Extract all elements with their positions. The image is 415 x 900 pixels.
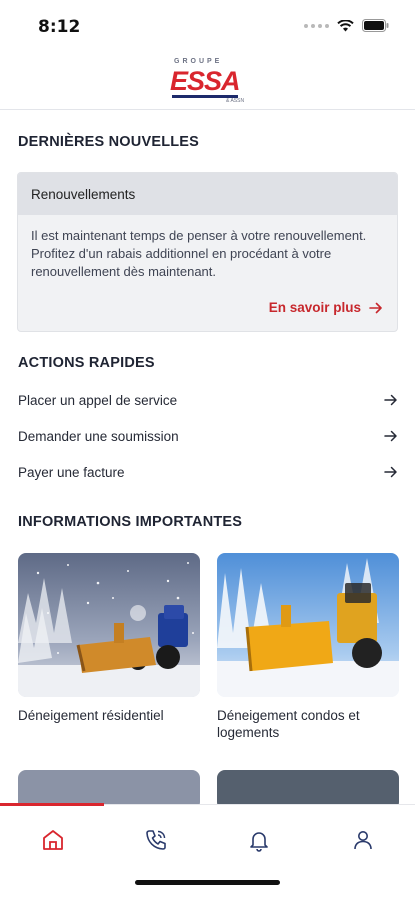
battery-icon <box>362 19 389 32</box>
nav-profile[interactable] <box>350 827 376 853</box>
home-indicator[interactable] <box>135 880 280 885</box>
active-tab-indicator <box>0 803 104 806</box>
snow-blower-condos-image <box>217 553 399 697</box>
info-card-label: Déneigement condos et logements <box>217 708 360 740</box>
status-icons <box>304 19 389 32</box>
info-card-residential[interactable]: Déneigement résidentiel <box>18 553 200 724</box>
home-icon <box>43 830 63 850</box>
learn-more-label: En savoir plus <box>268 300 361 315</box>
info-card-condos[interactable]: Déneigement condos et logements <box>217 553 399 741</box>
action-label: Placer un appel de service <box>18 392 178 408</box>
nav-notifications[interactable] <box>246 827 272 853</box>
wifi-icon <box>337 19 354 31</box>
learn-more-link[interactable]: En savoir plus <box>269 300 383 315</box>
bell-icon <box>250 832 268 852</box>
nav-home[interactable] <box>40 827 66 853</box>
logo-name: ESSA <box>170 66 241 96</box>
news-card-body: Il est maintenant temps de penser à votr… <box>31 228 367 279</box>
quick-actions-title: ACTIONS RAPIDES <box>18 355 155 371</box>
phone-icon <box>146 830 166 850</box>
logo-small-text: & ASSN <box>226 98 245 104</box>
action-service-call[interactable]: Placer un appel de service <box>18 389 398 411</box>
brand-logo[interactable]: GROUPE ESSA & ASSN <box>168 58 248 104</box>
action-request-quote[interactable]: Demander une soumission <box>18 425 398 447</box>
nav-contact[interactable] <box>143 827 169 853</box>
action-label: Demander une soumission <box>18 428 179 444</box>
user-icon <box>354 831 372 850</box>
logo-top-text: GROUPE <box>174 58 223 65</box>
news-section-title: DERNIÈRES NOUVELLES <box>18 134 200 150</box>
arrow-right-icon <box>384 430 397 442</box>
signal-icon <box>304 23 329 28</box>
news-card[interactable]: Renouvellements Il est maintenant temps … <box>17 172 398 332</box>
status-time: 8:12 <box>38 17 81 37</box>
snow-plow-residential-image <box>18 553 200 697</box>
action-pay-invoice[interactable]: Payer une facture <box>18 461 398 483</box>
arrow-right-icon <box>384 394 397 406</box>
action-label: Payer une facture <box>18 464 125 480</box>
status-bar: 8:12 <box>0 0 415 52</box>
arrow-right-icon <box>384 466 397 478</box>
arrow-right-icon <box>369 302 382 313</box>
app-header: GROUPE ESSA & ASSN <box>0 52 415 110</box>
news-card-title: Renouvellements <box>18 173 397 215</box>
important-info-title: INFORMATIONS IMPORTANTES <box>18 514 243 530</box>
info-card-label: Déneigement résidentiel <box>18 708 164 723</box>
bottom-nav <box>0 803 415 900</box>
